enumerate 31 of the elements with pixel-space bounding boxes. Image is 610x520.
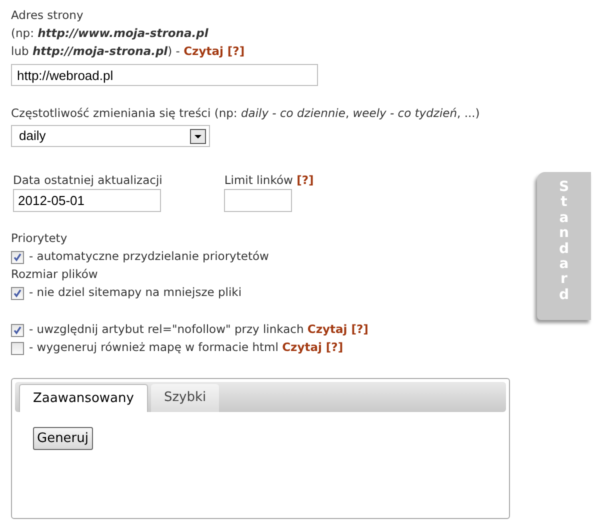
checkmark-icon: [13, 326, 22, 334]
frequency-select[interactable]: daily: [11, 125, 210, 147]
help-link[interactable]: [?]: [296, 173, 314, 187]
read-link[interactable]: Czytaj [?]: [307, 322, 368, 336]
date-field[interactable]: 2012-05-01: [13, 189, 161, 212]
section-label: Rozmiar plików: [11, 266, 98, 284]
address-hint: lub http://moja-strona.pl) - Czytaj [?]: [11, 44, 245, 58]
checkmark-icon: [13, 252, 22, 262]
checkbox[interactable]: [11, 286, 24, 300]
limit-field[interactable]: [224, 189, 292, 212]
address-field[interactable]: http://webroad.pl: [11, 64, 318, 86]
limit-label: Limit linków [?]: [224, 172, 314, 189]
tab[interactable]: Szybki: [150, 384, 220, 412]
date-label: Data ostatniej aktualizacji: [13, 172, 162, 189]
checkbox[interactable]: [11, 250, 24, 264]
checkbox[interactable]: [11, 342, 24, 354]
address-label: Adres strony: [11, 8, 84, 22]
select-value: daily: [19, 127, 46, 146]
frequency-label: Częstotliwość zmieniania się treści (np: daily - co dziennie, weely - co tydzień, ...): [11, 106, 480, 120]
checkmark-icon: [13, 288, 22, 298]
tab[interactable]: Zaawansowany: [19, 384, 148, 412]
generate-button[interactable]: Generuj: [33, 427, 93, 450]
option-label: - automatyczne przydzielanie priorytetów: [29, 248, 269, 266]
checkbox[interactable]: [11, 324, 24, 336]
option-label: - uwzględnij artybut rel="nofollow" przy linkach Czytaj [?]: [29, 321, 368, 338]
read-link[interactable]: Czytaj [?]: [184, 44, 245, 58]
option-label: - nie dziel sitemapy na mniejsze pliki: [29, 284, 242, 302]
address-hint: (np: http://www.moja-strona.pl: [11, 26, 208, 40]
read-link[interactable]: Czytaj [?]: [282, 340, 344, 354]
section-label: Priorytety: [11, 230, 68, 248]
option-label: - wygeneruj również mapę w formacie html Czytaj [?]: [29, 339, 344, 356]
